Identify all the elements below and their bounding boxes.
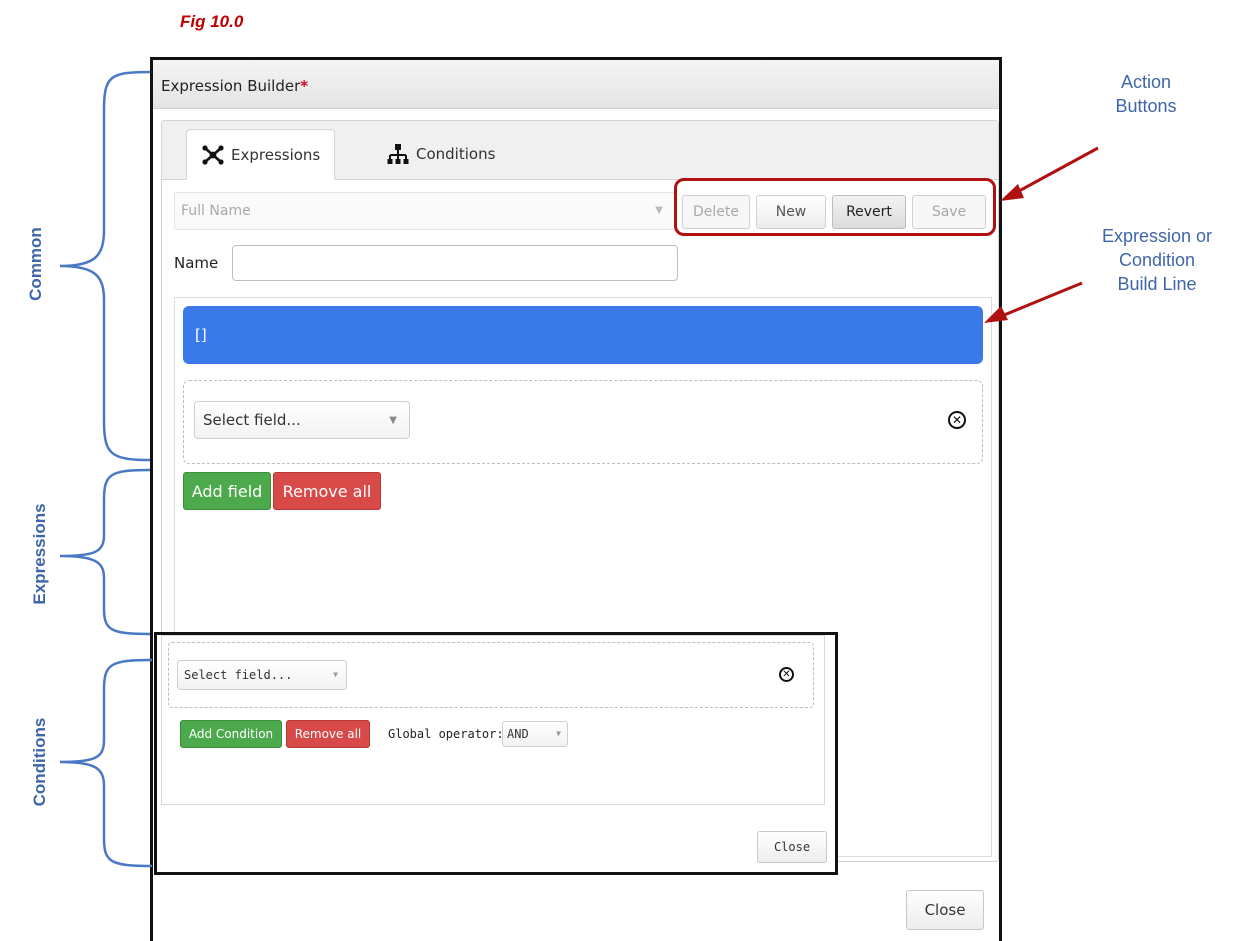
common-bracket (59, 70, 151, 462)
action-buttons-annotation-line1: Action (1120, 72, 1172, 92)
expressions-annotation: Expressions (30, 503, 49, 605)
buildline-arrow-head (984, 306, 1008, 323)
common-annotation: Common (26, 227, 45, 301)
action-arrow-head (1000, 184, 1024, 201)
action-buttons-annotation: Action Buttons (1106, 70, 1186, 118)
build-line-annotation-line3: Build Line (1117, 274, 1197, 294)
expressions-bracket (59, 468, 151, 636)
build-line-annotation: Expression or Condition Build Line (1086, 224, 1228, 296)
annotation-overlay (59, 70, 1099, 868)
build-line-annotation-line1: Expression or (1101, 226, 1213, 246)
action-buttons-annotation-line2: Buttons (1115, 96, 1177, 116)
build-line-annotation-line2: Condition (1118, 250, 1196, 270)
conditions-bracket (59, 658, 153, 868)
action-arrow-line (1007, 146, 1099, 199)
conditions-annotation: Conditions (30, 717, 49, 807)
buildline-arrow-line (991, 281, 1083, 322)
action-buttons-highlight (674, 178, 996, 236)
